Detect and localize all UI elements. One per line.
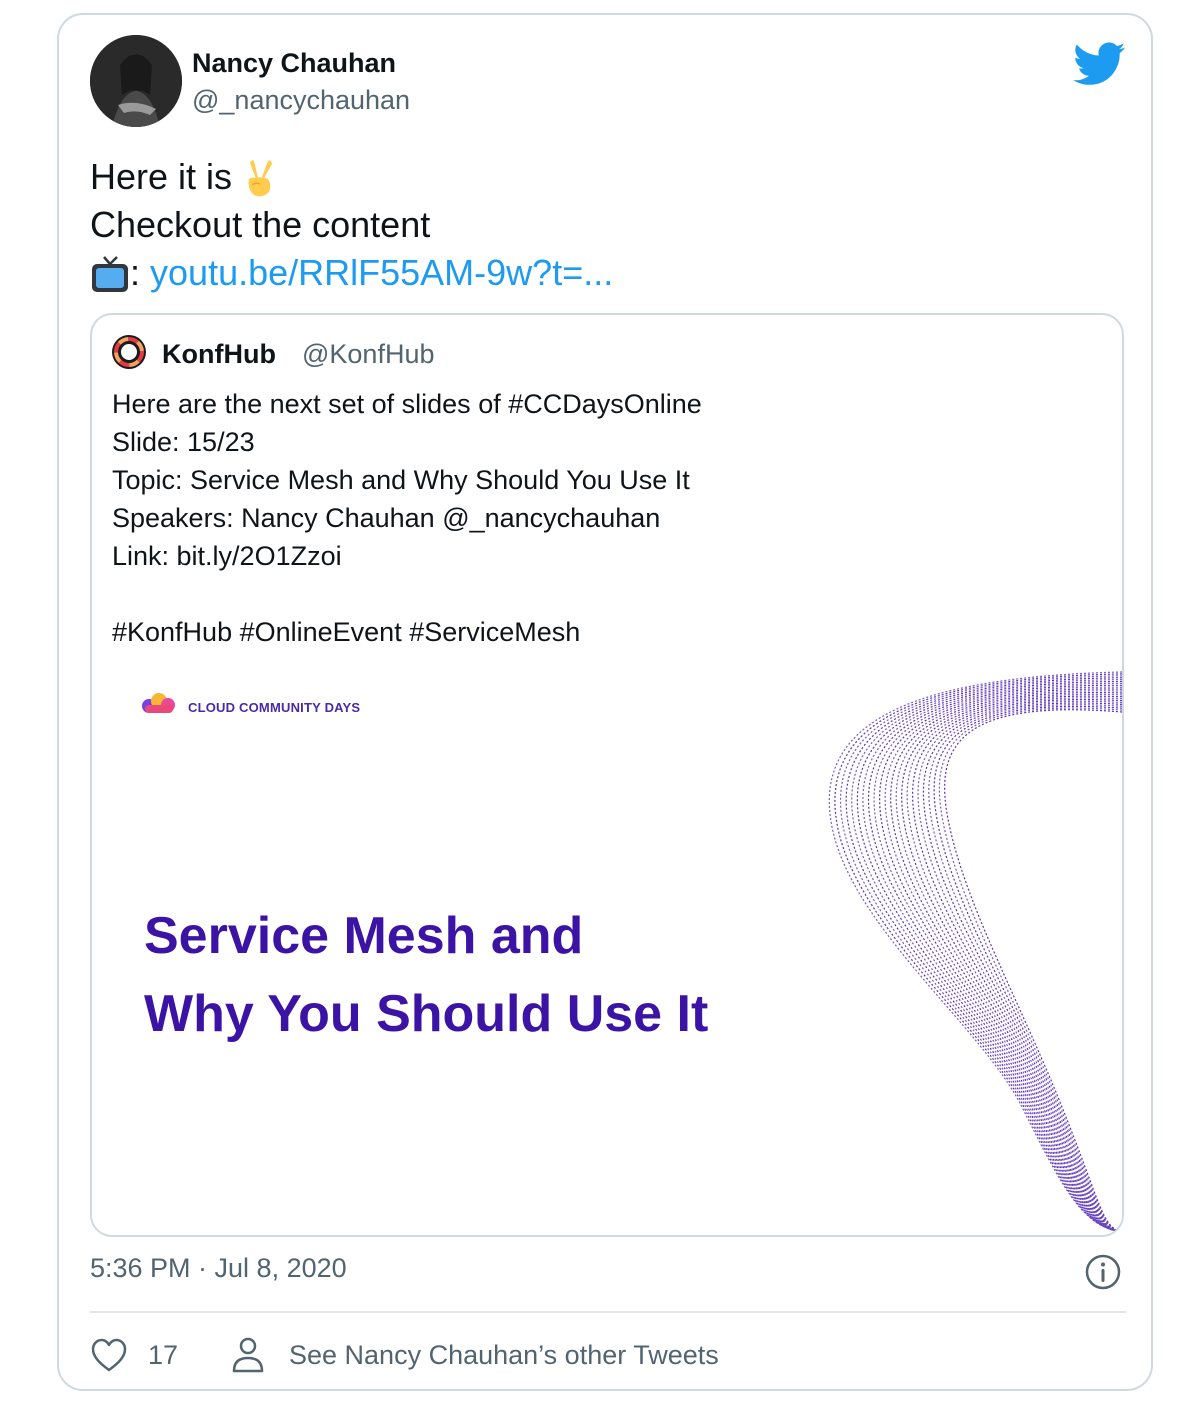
quoted-line: #KonfHub #OnlineEvent #ServiceMesh <box>112 617 581 647</box>
quoted-line: Link: bit.ly/2O1Zzoi <box>112 541 342 571</box>
wave-line <box>922 702 1122 1233</box>
quoted-line <box>112 575 702 613</box>
heart-icon[interactable] <box>90 1337 128 1373</box>
author-name[interactable]: Nancy Chauhan <box>192 48 396 79</box>
tv-emoji-icon <box>92 256 128 293</box>
twitter-bird-icon[interactable] <box>1074 42 1126 86</box>
quoted-line: Slide: 15/23 <box>112 427 255 457</box>
tweet-line-2: Checkout the content <box>90 204 431 245</box>
slide-image[interactable]: CLOUD COMMUNITY DAYS Service Mesh and Wh… <box>92 667 1122 1235</box>
wave-line <box>879 688 1122 1233</box>
tweet-line-1: Here it is <box>90 156 233 197</box>
decorative-wave-lines <box>828 671 1122 1233</box>
wave-line <box>933 705 1122 1233</box>
slide-brand: CLOUD COMMUNITY DAYS <box>188 700 361 715</box>
wave-line <box>928 704 1122 1233</box>
quoted-author-handle[interactable]: @KonfHub <box>302 339 434 370</box>
youtube-link[interactable]: youtu.be/RRlF55AM-9w?t=... <box>150 252 613 293</box>
konfhub-avatar-icon[interactable] <box>111 334 147 370</box>
person-icon[interactable] <box>231 1336 265 1374</box>
quoted-line: Topic: Service Mesh and Why Should You U… <box>112 465 690 495</box>
wave-line <box>890 691 1122 1233</box>
see-other-tweets-label[interactable]: See Nancy Chauhan’s other Tweets <box>289 1340 719 1371</box>
info-icon[interactable] <box>1084 1253 1122 1291</box>
slide-title-line-2: Why You Should Use It <box>144 985 709 1043</box>
tweet-text: Here it is Checkout the content : youtu.… <box>90 153 613 297</box>
slide-title: Service Mesh and Why You Should Use It <box>144 897 708 1053</box>
cloud-logo-icon <box>142 693 175 713</box>
author-handle[interactable]: @_nancychauhan <box>192 85 410 116</box>
quoted-tweet-text: Here are the next set of slides of #CCDa… <box>112 385 702 651</box>
like-button[interactable]: 17 <box>90 1333 178 1377</box>
see-other-tweets-link[interactable]: See Nancy Chauhan’s other Tweets <box>231 1333 719 1377</box>
wave-line <box>912 699 1122 1233</box>
victory-hand-emoji-icon <box>248 160 273 197</box>
tweet-timestamp[interactable]: 5:36 PM · Jul 8, 2020 <box>90 1253 347 1284</box>
author-avatar[interactable] <box>90 35 182 127</box>
like-count: 17 <box>148 1339 179 1370</box>
wave-line <box>906 697 1122 1233</box>
quoted-line: Speakers: Nancy Chauhan @_nancychauhan <box>112 503 661 533</box>
wave-line <box>884 690 1122 1233</box>
quoted-tweet[interactable]: KonfHub @KonfHub Here are the next set o… <box>90 313 1124 1237</box>
wave-line <box>901 695 1122 1233</box>
slide-title-line-1: Service Mesh and <box>144 907 584 965</box>
tweet-line-3-prefix: : <box>130 252 141 293</box>
wave-line <box>917 700 1122 1233</box>
wave-line <box>895 693 1122 1233</box>
footer-divider <box>90 1311 1126 1313</box>
quoted-line: Here are the next set of slides of #CCDa… <box>112 389 702 419</box>
tweet-card[interactable]: Nancy Chauhan @_nancychauhan Here it is … <box>57 13 1153 1391</box>
wave-line <box>938 707 1122 1233</box>
quoted-author-name[interactable]: KonfHub <box>162 339 276 370</box>
